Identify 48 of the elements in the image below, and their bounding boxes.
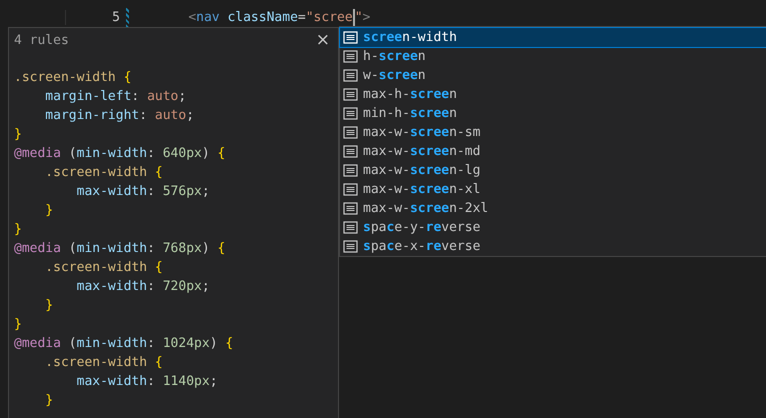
text-lines-icon — [343, 240, 358, 253]
code-line: @media (min-width: 1024px) { — [14, 336, 234, 351]
close-button[interactable]: × — [314, 32, 332, 48]
code-line: } — [14, 127, 22, 142]
suggestion-item[interactable]: screen-width — [340, 28, 766, 47]
code-line: } — [44, 203, 54, 218]
suggestion-item[interactable]: max-w-screen-2xl — [340, 199, 766, 218]
suggestion-item[interactable]: max-h-screen — [340, 85, 766, 104]
text-lines-icon — [343, 183, 358, 196]
code-line: <nav className="scree"> — [187, 9, 370, 26]
text-lines-icon — [343, 164, 358, 177]
text-lines-icon — [343, 221, 358, 234]
code-line: } — [14, 317, 22, 332]
code-line: @media (min-width: 640px) { — [14, 146, 226, 161]
line-number: 5 — [112, 10, 120, 25]
text-lines-icon — [343, 50, 358, 63]
text-lines-icon — [343, 69, 358, 82]
code-line: } — [44, 298, 54, 313]
suggestion-item[interactable]: h-screen — [340, 47, 766, 66]
suggestion-item[interactable]: w-screen — [340, 66, 766, 85]
text-lines-icon — [343, 126, 358, 139]
suggestion-item[interactable]: max-w-screen-lg — [340, 161, 766, 180]
code-line: margin-left: auto; — [44, 89, 186, 104]
code-line: margin-right: auto; — [44, 108, 194, 123]
code-line: .screen-width { — [44, 165, 163, 180]
suggestion-item[interactable]: space-x-reverse — [340, 237, 766, 256]
code-line: max-width: 576px; — [76, 184, 210, 199]
code-line: @media (min-width: 768px) { — [14, 241, 226, 256]
text-lines-icon — [343, 107, 358, 120]
suggestion-item[interactable]: max-w-screen-xl — [340, 180, 766, 199]
code-line: .screen-width { — [14, 70, 132, 85]
text-cursor — [352, 9, 355, 26]
suggestion-item[interactable]: max-w-screen-sm — [340, 123, 766, 142]
text-lines-icon — [343, 88, 358, 101]
text-lines-icon — [343, 202, 358, 215]
text-lines-icon — [343, 31, 358, 44]
suggestion-item[interactable]: min-h-screen — [340, 104, 766, 123]
code-line: max-width: 720px; — [76, 279, 210, 294]
change-marker — [126, 8, 129, 27]
code-line: .screen-width { — [44, 260, 163, 275]
suggestion-item[interactable]: max-w-screen-md — [340, 142, 766, 161]
hover-title: 4 rules — [14, 32, 69, 48]
code-line: max-width: 1140px; — [76, 374, 218, 389]
text-lines-icon — [343, 145, 358, 158]
suggestion-item[interactable]: space-y-reverse — [340, 218, 766, 237]
code-line: .screen-width { — [44, 355, 163, 370]
code-line: } — [14, 222, 22, 237]
code-line: } — [44, 393, 54, 408]
